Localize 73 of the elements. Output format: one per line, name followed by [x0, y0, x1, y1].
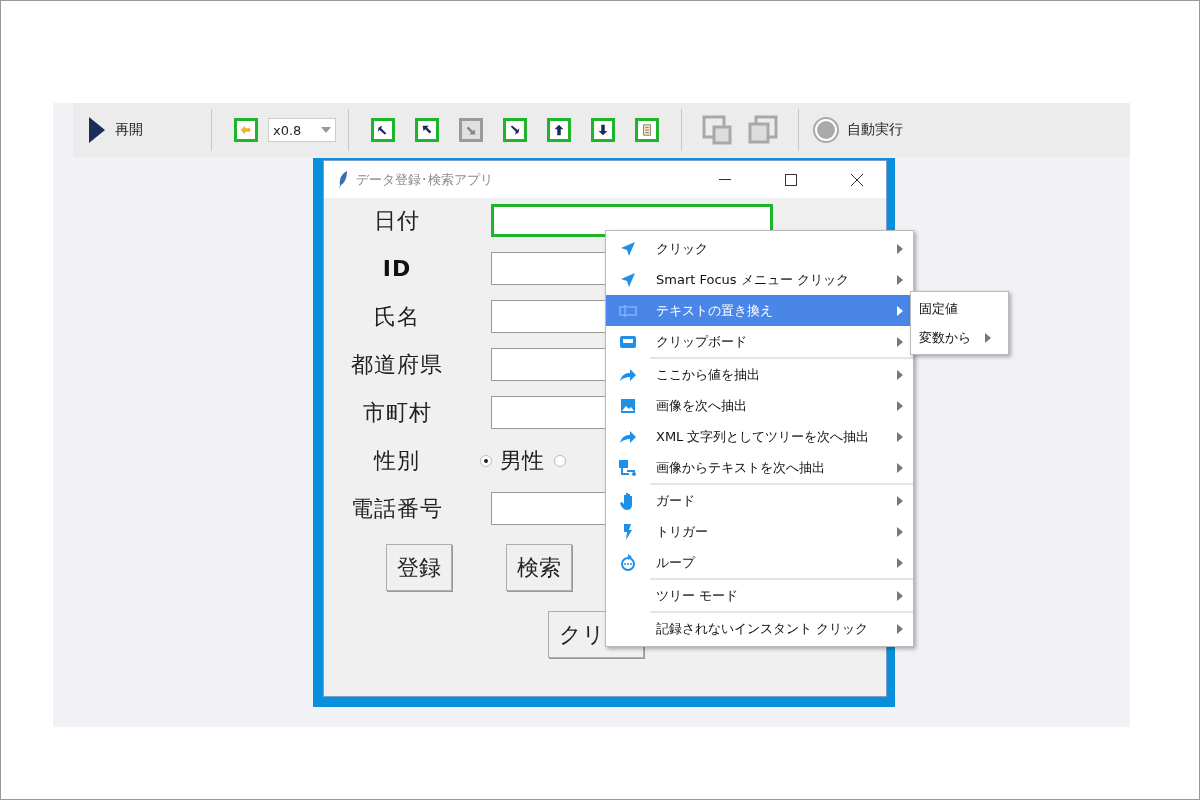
toolbar-button[interactable] — [415, 118, 439, 142]
image-icon — [621, 398, 635, 413]
send-icon — [621, 241, 635, 256]
menu-item[interactable]: ガード — [606, 485, 913, 516]
menu-item[interactable]: テキストの置き換え — [606, 295, 913, 326]
submenu-arrow-icon — [985, 332, 991, 343]
feather-icon — [338, 170, 348, 189]
menu-item[interactable]: クリック — [606, 233, 913, 264]
image-to-text-icon — [619, 459, 637, 476]
submenu-arrow-icon — [897, 369, 903, 380]
field-label: 市町村 — [361, 398, 433, 427]
menu-item[interactable]: ここから値を抽出 — [606, 359, 913, 390]
submenu-arrow-icon — [897, 243, 903, 254]
loop-icon — [620, 553, 636, 572]
zoom-dropdown[interactable]: x0.8 — [268, 118, 336, 142]
radio-label: 男性 — [500, 446, 544, 475]
share-arrow-icon — [620, 368, 636, 381]
field-label: 氏名 — [373, 302, 421, 331]
close-icon[interactable] — [851, 173, 863, 186]
submenu-arrow-icon — [897, 526, 903, 537]
cursor-arrow-icon — [508, 123, 522, 137]
field-label: 電話番号 — [350, 494, 444, 523]
menu-item[interactable]: ループ — [606, 547, 913, 578]
record-toggle-icon[interactable] — [813, 117, 839, 143]
send-icon — [621, 272, 635, 287]
submenu-arrow-icon — [897, 623, 903, 634]
toolbar-button[interactable] — [503, 118, 527, 142]
submenu-arrow-icon — [897, 336, 903, 347]
share-arrow-icon — [620, 430, 636, 443]
document-icon — [640, 123, 654, 137]
menu-item[interactable]: 変数から — [911, 323, 1008, 352]
menu-item[interactable]: トリガー — [606, 516, 913, 547]
form-button[interactable]: 登録 — [386, 544, 452, 591]
menu-item[interactable]: 画像からテキストを次へ抽出 — [606, 452, 913, 483]
field-label: 日付 — [373, 206, 421, 235]
field-label: ID — [381, 256, 413, 281]
form-button[interactable]: 検索 — [506, 544, 572, 591]
menu-item[interactable]: ツリー モード — [606, 580, 913, 611]
field-label: 性別 — [372, 446, 421, 475]
submenu-arrow-icon — [897, 305, 903, 316]
menu-item[interactable]: クリップボード — [606, 326, 913, 357]
menu-item[interactable]: Smart Focus メニュー クリック — [606, 264, 913, 295]
menu-item[interactable]: 画像を次へ抽出 — [606, 390, 913, 421]
minimize-icon[interactable] — [719, 178, 731, 181]
menu-item[interactable]: XML 文字列としてツリーを次へ抽出 — [606, 421, 913, 452]
submenu-arrow-icon — [897, 495, 903, 506]
auto-run-label: 自動実行 — [847, 121, 903, 139]
arrow-down-icon — [596, 123, 610, 137]
submenu-arrow-icon — [897, 590, 903, 601]
radio-button[interactable] — [554, 454, 566, 467]
text-field-icon — [619, 304, 637, 317]
arrow-up-icon — [552, 123, 566, 137]
menu-item[interactable]: 固定値 — [911, 294, 1008, 323]
lightning-icon — [623, 523, 633, 540]
toolbar-button[interactable] — [547, 118, 571, 142]
toolbar-button[interactable] — [591, 118, 615, 142]
play-icon — [89, 117, 105, 143]
submenu-arrow-icon — [897, 462, 903, 473]
window-title: データ登録･検索アプリ — [356, 170, 494, 189]
swap-icon — [239, 123, 253, 137]
cursor-arrow-icon — [376, 123, 390, 137]
submenu-arrow-icon — [897, 557, 903, 568]
toolbar-button[interactable] — [371, 118, 395, 142]
submenu-arrow-icon — [897, 400, 903, 411]
field-label: 都道府県 — [350, 350, 444, 379]
swap-button[interactable] — [234, 118, 258, 142]
submenu-arrow-icon — [897, 274, 903, 285]
dropdown-caret-icon — [321, 127, 331, 133]
radio-button[interactable] — [480, 454, 492, 467]
submenu-arrow-icon — [897, 431, 903, 442]
monitor-icon — [620, 335, 636, 348]
maximize-icon[interactable] — [785, 173, 797, 186]
resume-button[interactable]: 再開 — [89, 117, 199, 143]
